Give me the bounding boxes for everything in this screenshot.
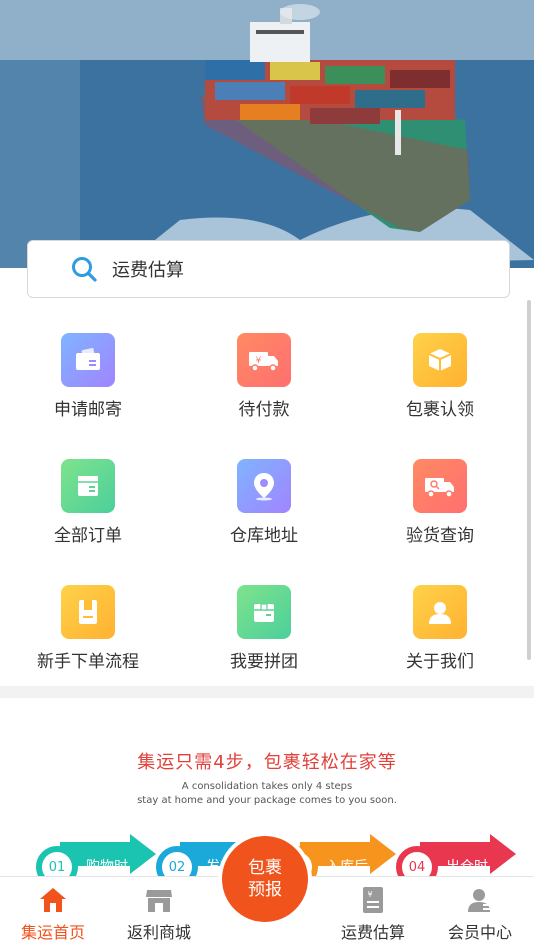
app-page: 运费估算 申请邮寄 ¥ 待付款 包裹认领 全部订单 仓库地址 验货查询 新手下单… [0,0,534,950]
tab-shipping-estimate[interactable]: ¥ 运费估算 [320,877,426,950]
member-icon [465,885,495,915]
menu-item-beginner-guide[interactable]: 新手下单流程 [0,585,176,695]
promo-title: 集运只需4步，包裹轻松在家等 [137,752,397,773]
container-ship-illustration [0,0,534,268]
tab-home[interactable]: 集运首页 [0,877,106,950]
document-icon [61,585,115,639]
package-group-icon [237,585,291,639]
menu-item-group-buy[interactable]: 我要拼团 [176,585,352,695]
tab-label: 运费估算 [340,923,405,942]
menu-label: 全部订单 [54,526,122,546]
menu-label: 我要拼团 [230,652,298,672]
calculator-icon: ¥ [358,885,388,915]
step-1: 01 购物时 [30,834,156,888]
package-forecast-button[interactable]: 包裹 预报 [222,836,308,922]
menu-label: 关于我们 [406,652,474,672]
svg-text:¥: ¥ [256,356,262,366]
box-icon [413,333,467,387]
menu-label: 包裹认领 [406,400,474,420]
truck-payment-icon: ¥ [237,333,291,387]
menu-label: 验货查询 [406,526,474,546]
tab-label: 集运首页 [20,923,85,942]
step-label: 出仓时 [446,859,488,875]
hero-banner[interactable] [0,0,534,268]
orders-icon [61,459,115,513]
menu-item-apply-mail[interactable]: 申请邮寄 [0,333,176,443]
step-4: 04 出仓时 [390,834,516,888]
menu-item-inspection-query[interactable]: 验货查询 [352,459,528,569]
menu-label: 申请邮寄 [54,400,122,420]
home-icon [38,885,68,915]
tab-rebate-mall[interactable]: 返利商城 [106,877,212,950]
center-button-line1: 包裹 [248,858,282,878]
menu-label: 待付款 [238,400,290,420]
menu-label: 新手下单流程 [37,652,139,672]
store-icon [144,885,174,915]
center-button-line2: 预报 [248,880,282,900]
location-pin-icon [237,459,291,513]
menu-label: 仓库地址 [230,526,298,546]
tab-label: 会员中心 [447,923,512,942]
scrollbar[interactable] [527,300,531,660]
tab-member-center[interactable]: 会员中心 [427,877,533,950]
step-label: 入库后 [326,859,368,875]
promo-subtitle-line1: A consolidation takes only 4 steps [181,781,353,792]
menu-item-about-us[interactable]: 关于我们 [352,585,528,695]
menu-item-package-claim[interactable]: 包裹认领 [352,333,528,443]
truck-search-icon [413,459,467,513]
tab-label: 返利商城 [126,923,191,942]
section-divider [0,686,534,698]
step-label: 购物时 [86,859,128,875]
svg-text:¥: ¥ [367,890,372,899]
menu-item-all-orders[interactable]: 全部订单 [0,459,176,569]
wallet-icon [61,333,115,387]
promo-subtitle-line2: stay at home and your package comes to y… [137,795,397,806]
menu-item-warehouse-address[interactable]: 仓库地址 [176,459,352,569]
search-placeholder: 运费估算 [112,260,184,281]
user-icon [413,585,467,639]
search-icon [70,255,98,283]
menu-item-pending-payment[interactable]: ¥ 待付款 [176,333,352,443]
search-bar[interactable]: 运费估算 [27,240,510,298]
